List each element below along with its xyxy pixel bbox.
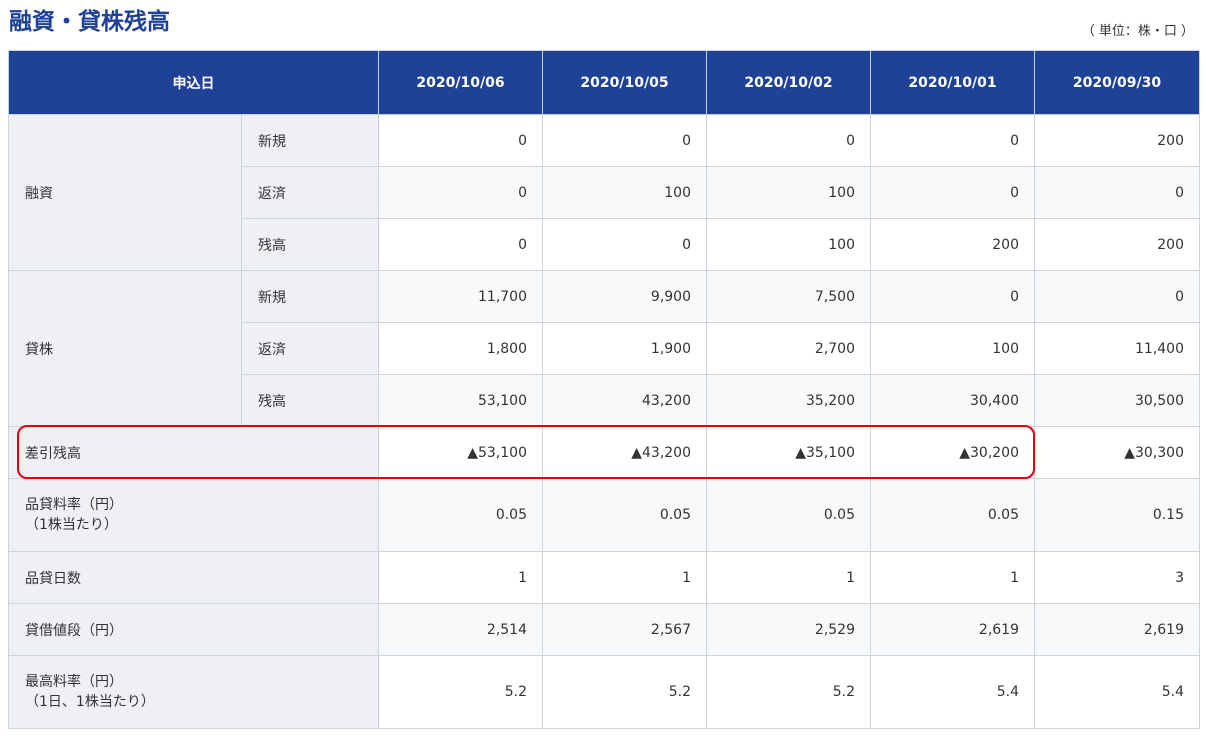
table-cell: 2,619 (870, 603, 1035, 656)
table-cell: 35,200 (706, 374, 871, 427)
table-cell: 0.15 (1034, 478, 1200, 552)
table-cell: 1 (378, 551, 543, 604)
table-row: 最高料率（円） （1日、1株当たり） 5.2 5.2 5.2 5.4 5.4 (8, 655, 1200, 729)
unit-note: （ 単位：株・口 ） (1081, 24, 1194, 39)
row-label: 品貸日数 (8, 551, 379, 604)
table-cell: 5.2 (378, 655, 543, 729)
table-cell: 0.05 (870, 478, 1035, 552)
row-label-line: （1株当たり） (25, 517, 118, 533)
table-cell: 2,529 (706, 603, 871, 656)
table-cell: 11,700 (378, 270, 543, 323)
header-date: 2020/10/02 (706, 50, 871, 115)
table-row: 融資 新規 0 0 0 0 200 (8, 114, 1200, 271)
table-cell: 2,700 (706, 322, 871, 375)
table-cell: 200 (870, 218, 1035, 271)
table-cell: 0 (870, 166, 1035, 219)
row-label: 返済 (241, 322, 379, 375)
header-date: 2020/10/01 (870, 50, 1035, 115)
table-cell: 0 (1034, 270, 1200, 323)
table-cell: 1 (870, 551, 1035, 604)
table-cell: 53,100 (378, 374, 543, 427)
table-cell: 43,200 (542, 374, 707, 427)
page-title: 融資・貸株残高 (9, 9, 170, 35)
table-cell: 0.05 (378, 478, 543, 552)
table-cell: 0.05 (706, 478, 871, 552)
table-row: 貸借値段（円） 2,514 2,567 2,529 2,619 2,619 (8, 603, 1200, 656)
table-cell: 0 (1034, 166, 1200, 219)
table-cell: 0 (870, 114, 1035, 167)
table-cell: ▲30,300 (1034, 426, 1200, 479)
net-balance-row: 差引残高 ▲53,100 ▲43,200 ▲35,100 ▲30,200 ▲30… (8, 426, 1200, 479)
table-cell: 200 (1034, 114, 1200, 167)
row-label: 品貸料率（円） （1株当たり） (8, 478, 379, 552)
table-cell: 7,500 (706, 270, 871, 323)
table-row: 貸株 新規 11,700 9,900 7,500 0 0 (8, 270, 1200, 427)
table-cell: 5.2 (542, 655, 707, 729)
row-label-line: 品貸料率（円） (25, 497, 123, 513)
header-row: 申込日 2020/10/06 2020/10/05 2020/10/02 202… (8, 50, 1200, 115)
balance-table: 申込日 2020/10/06 2020/10/05 2020/10/02 202… (8, 50, 1200, 729)
table-cell: ▲30,200 (870, 426, 1035, 479)
row-label-line: （1日、1株当たり） (25, 694, 155, 710)
table-cell: 0 (378, 114, 543, 167)
row-label: 貸借値段（円） (8, 603, 379, 656)
table-cell: 1 (706, 551, 871, 604)
table-cell: 2,514 (378, 603, 543, 656)
table-cell: 100 (870, 322, 1035, 375)
table-cell: 5.2 (706, 655, 871, 729)
table-cell: 0.05 (542, 478, 707, 552)
row-label-line: 最高料率（円） (25, 674, 123, 690)
table-cell: 0 (378, 166, 543, 219)
row-label: 新規 (241, 114, 379, 167)
row-label: 残高 (241, 374, 379, 427)
table-cell: ▲43,200 (542, 426, 707, 479)
table-cell: 0 (542, 218, 707, 271)
table-cell: 3 (1034, 551, 1200, 604)
table-cell: 5.4 (1034, 655, 1200, 729)
table-cell: 0 (378, 218, 543, 271)
header-date-label: 申込日 (8, 50, 379, 115)
table-cell: 5.4 (870, 655, 1035, 729)
table-cell: 2,567 (542, 603, 707, 656)
row-label: 差引残高 (8, 426, 379, 479)
row-label: 新規 (241, 270, 379, 323)
table-cell: 11,400 (1034, 322, 1200, 375)
group-label-loan: 融資 (8, 114, 242, 271)
table-cell: 9,900 (542, 270, 707, 323)
table-cell: 1 (542, 551, 707, 604)
group-label-stock-lending: 貸株 (8, 270, 242, 427)
table-cell: 1,800 (378, 322, 543, 375)
table-cell: 100 (706, 218, 871, 271)
row-label: 最高料率（円） （1日、1株当たり） (8, 655, 379, 729)
table-cell: ▲53,100 (378, 426, 543, 479)
header-date: 2020/09/30 (1034, 50, 1200, 115)
table-cell: 30,400 (870, 374, 1035, 427)
table-row: 品貸料率（円） （1株当たり） 0.05 0.05 0.05 0.05 0.15 (8, 478, 1200, 552)
table-cell: ▲35,100 (706, 426, 871, 479)
table-cell: 100 (706, 166, 871, 219)
table-cell: 0 (706, 114, 871, 167)
table-cell: 100 (542, 166, 707, 219)
table-cell: 0 (542, 114, 707, 167)
table-cell: 200 (1034, 218, 1200, 271)
table-cell: 2,619 (1034, 603, 1200, 656)
header-date: 2020/10/06 (378, 50, 543, 115)
row-label: 残高 (241, 218, 379, 271)
header-date: 2020/10/05 (542, 50, 707, 115)
row-label: 返済 (241, 166, 379, 219)
table-cell: 30,500 (1034, 374, 1200, 427)
table-row: 品貸日数 1 1 1 1 3 (8, 551, 1200, 604)
table-cell: 0 (870, 270, 1035, 323)
table-cell: 1,900 (542, 322, 707, 375)
